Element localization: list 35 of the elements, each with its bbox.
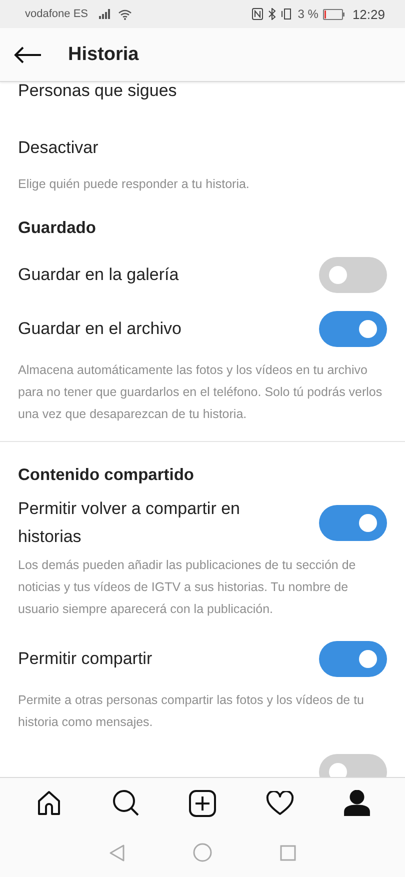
battery-percent: 3 % <box>298 7 318 21</box>
back-arrow-icon[interactable] <box>14 46 42 64</box>
description-text: Elige quién puede responder a tu historia. <box>18 176 250 193</box>
search-icon[interactable] <box>112 789 140 817</box>
toggle-switch[interactable] <box>319 505 387 541</box>
description-text: Los demás pueden añadir las publicaciones de tu sección de noticias y tus vídeos de IGTV a sus historias. Tu nombre de usuario siempre aparecerá con la publicación. <box>18 557 357 618</box>
setting-label: Permitir volver a compartir en historias <box>18 498 242 548</box>
heart-icon[interactable] <box>266 790 294 816</box>
clock: 12:29 <box>352 6 385 22</box>
signal-icon <box>99 9 113 19</box>
back-triangle-icon[interactable] <box>109 844 125 862</box>
toggle-switch[interactable] <box>319 257 387 293</box>
option-item[interactable]: Personas que sigues <box>18 82 387 113</box>
nfc-icon <box>252 8 263 20</box>
description-text: Permite a otras personas compartir las fotos y los vídeos de tu historia como mensajes. <box>18 692 365 731</box>
setting-label: Guardar en la galería <box>18 264 180 286</box>
setting-label: Permitir compartir <box>18 648 154 670</box>
battery-icon <box>323 8 346 20</box>
setting-label: Guardar en el archivo <box>18 318 182 340</box>
screen-title: Historia <box>68 44 139 66</box>
toggle-switch[interactable] <box>319 641 387 677</box>
carrier-name: vodafone ES <box>25 8 88 20</box>
home-icon[interactable] <box>36 790 62 816</box>
section-heading: Contenido compartido <box>18 465 195 486</box>
description-text: Almacena automáticamente las fotos y los vídeos en tu archivo para no tener que guardarlos en el teléfono. Solo tú podrás verlos una vez que desaparezcan de tu historia. <box>18 362 384 423</box>
toggle-switch[interactable] <box>319 311 387 347</box>
option-item[interactable]: Desactivar <box>18 133 387 170</box>
add-post-icon[interactable] <box>189 790 216 816</box>
wifi-icon <box>118 8 132 20</box>
section-heading: Guardado <box>18 218 97 239</box>
recents-square-icon[interactable] <box>280 844 296 860</box>
vibrate-icon <box>280 8 293 20</box>
profile-icon[interactable] <box>344 790 370 816</box>
bluetooth-icon <box>268 8 276 20</box>
home-circle-icon[interactable] <box>193 843 212 862</box>
